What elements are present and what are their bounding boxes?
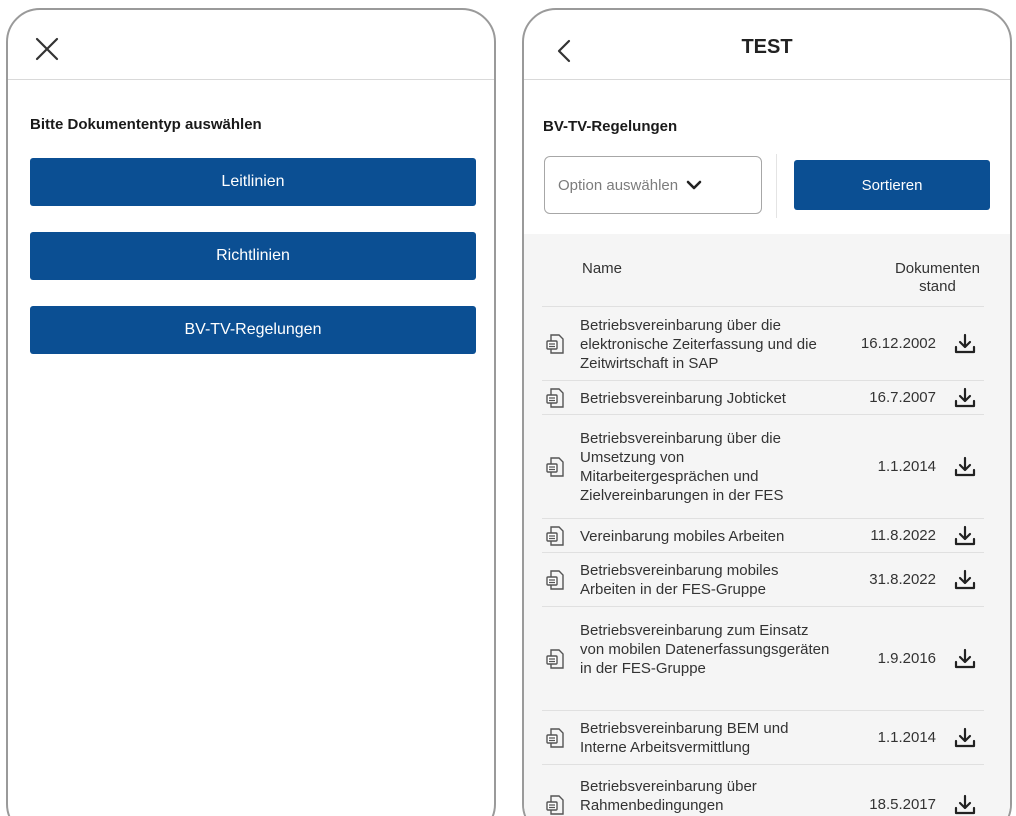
document-icon	[546, 334, 564, 354]
download-icon[interactable]	[954, 525, 976, 547]
panel-header	[8, 10, 494, 80]
page-title: TEST	[741, 36, 793, 58]
download-icon[interactable]	[954, 727, 976, 749]
table-row[interactable]: Betriebsvereinbarung Jobticket 16.7.2007	[542, 380, 984, 414]
document-date: 31.8.2022	[869, 571, 936, 588]
section-title: BV-TV-Regelungen	[543, 118, 678, 135]
chevron-down-icon	[686, 180, 702, 190]
select-placeholder: Option auswählen	[558, 176, 679, 194]
table-row[interactable]: Betriebsvereinbarung über Rahmenbedingun…	[542, 764, 984, 816]
document-icon	[546, 388, 564, 408]
table-row[interactable]: Betriebsvereinbarung zum Einsatz von mob…	[542, 606, 984, 710]
download-icon[interactable]	[954, 333, 976, 355]
document-date: 1.1.2014	[877, 458, 936, 475]
document-date: 1.9.2016	[877, 650, 936, 667]
document-date: 11.8.2022	[870, 527, 936, 544]
leitlinien-button[interactable]: Leitlinien	[30, 158, 476, 206]
download-icon[interactable]	[954, 648, 976, 670]
download-icon[interactable]	[954, 569, 976, 591]
document-date: 16.7.2007	[869, 389, 936, 406]
document-date: 16.12.2002	[860, 335, 936, 352]
close-icon[interactable]	[34, 36, 60, 62]
document-date: 18.5.2017	[869, 796, 936, 813]
table-row[interactable]: Betriebsvereinbarung über die Umsetzung …	[542, 414, 984, 518]
document-name[interactable]: Betriebsvereinbarung über Rahmenbedingun…	[580, 777, 835, 815]
download-icon[interactable]	[954, 456, 976, 478]
document-icon	[546, 570, 564, 590]
document-name[interactable]: Vereinbarung mobiles Arbeiten	[580, 527, 835, 546]
table-row[interactable]: Betriebsvereinbarung über die elektronis…	[542, 306, 984, 380]
table-row[interactable]: Betriebsvereinbarung mobiles Arbeiten in…	[542, 552, 984, 606]
document-name[interactable]: Betriebsvereinbarung BEM und Interne Arb…	[580, 719, 835, 757]
sort-button[interactable]: Sortieren	[794, 160, 990, 210]
download-icon[interactable]	[954, 794, 976, 816]
document-icon	[546, 526, 564, 546]
panel-header: TEST	[524, 10, 1010, 80]
divider	[776, 154, 777, 218]
document-table: Name Dokumenten stand Betriebsvereinbaru…	[524, 234, 1010, 816]
download-icon[interactable]	[954, 387, 976, 409]
table-row[interactable]: Betriebsvereinbarung BEM und Interne Arb…	[542, 710, 984, 764]
document-name[interactable]: Betriebsvereinbarung mobiles Arbeiten in…	[580, 561, 835, 599]
document-list-panel: TEST BV-TV-Regelungen Option auswählen S…	[522, 8, 1012, 816]
document-icon	[546, 795, 564, 815]
document-icon	[546, 457, 564, 477]
document-name[interactable]: Betriebsvereinbarung zum Einsatz von mob…	[580, 621, 835, 678]
document-icon	[546, 649, 564, 669]
document-name[interactable]: Betriebsvereinbarung Jobticket	[580, 389, 835, 408]
column-header-date: Dokumenten stand	[895, 260, 980, 296]
column-header-name: Name	[582, 260, 623, 277]
bv-tv-regelungen-button[interactable]: BV-TV-Regelungen	[30, 306, 476, 354]
table-row[interactable]: Vereinbarung mobiles Arbeiten 11.8.2022	[542, 518, 984, 552]
select-type-prompt: Bitte Dokumententyp auswählen	[30, 116, 262, 133]
document-type-panel: Bitte Dokumententyp auswählen Leitlinien…	[6, 8, 496, 816]
document-name[interactable]: Betriebsvereinbarung über die elektronis…	[580, 316, 835, 373]
column-header-date-line2: stand	[919, 278, 956, 295]
document-name[interactable]: Betriebsvereinbarung über die Umsetzung …	[580, 429, 835, 505]
document-icon	[546, 728, 564, 748]
column-header-date-line1: Dokumenten	[894, 260, 980, 277]
richtlinien-button[interactable]: Richtlinien	[30, 232, 476, 280]
document-date: 1.1.2014	[877, 729, 936, 746]
option-select[interactable]: Option auswählen	[544, 156, 762, 214]
